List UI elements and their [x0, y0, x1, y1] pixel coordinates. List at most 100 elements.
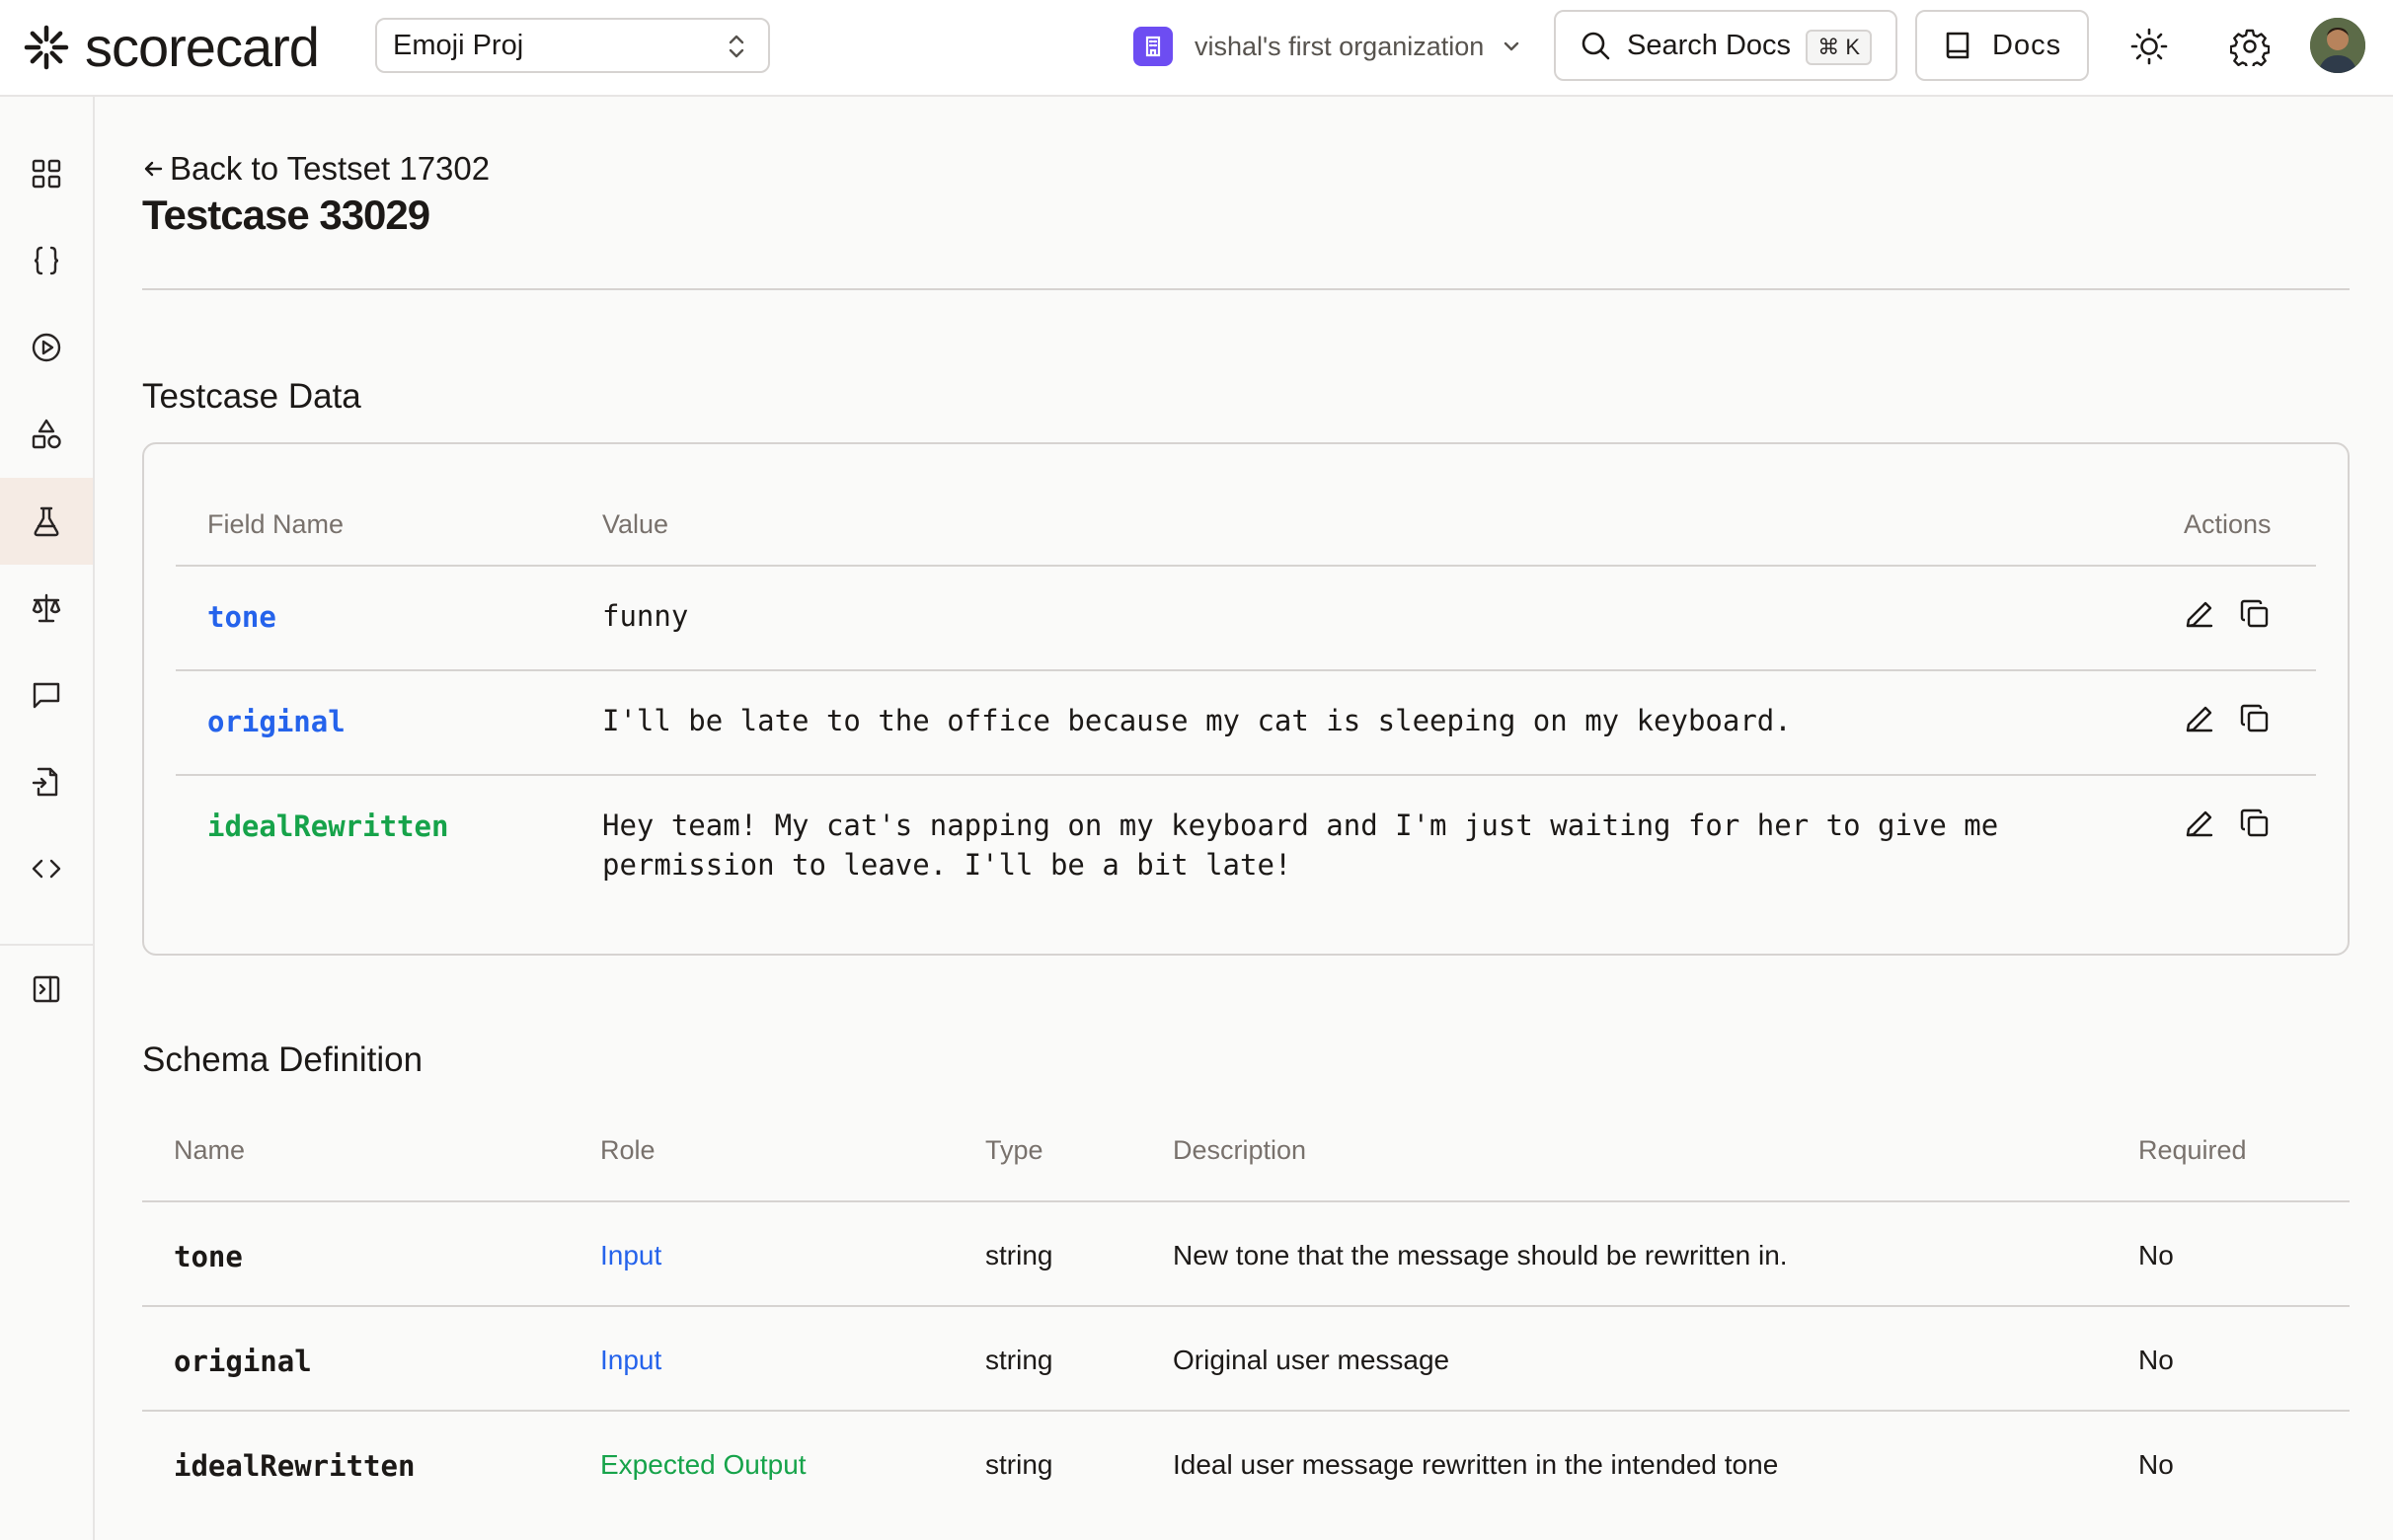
title-divider — [142, 288, 2350, 290]
schema-field-required: No — [2138, 1449, 2174, 1480]
schema-table-header: Name Role Type Description Required — [142, 1117, 2350, 1202]
schema-field-required: No — [2138, 1345, 2174, 1375]
chevron-down-icon — [1505, 41, 1519, 51]
column-header-required: Required — [2138, 1135, 2247, 1165]
sidebar-expand-toggle[interactable] — [0, 946, 93, 1033]
theme-toggle-button[interactable] — [2124, 22, 2174, 71]
back-link-label: Back to Testset 17302 — [170, 150, 491, 187]
field-value: Hey team! My cat's napping on my keyboar… — [602, 808, 1999, 882]
testcase-data-header: Field Name Value Actions — [176, 484, 2316, 567]
copy-icon — [2240, 599, 2269, 628]
schema-field-description: Original user message — [1173, 1345, 1450, 1375]
pencil-icon — [2186, 810, 2213, 837]
schema-field-required: No — [2138, 1240, 2174, 1270]
arrow-left-icon — [144, 161, 163, 177]
pencil-icon — [2186, 601, 2213, 628]
schema-field-type: string — [985, 1240, 1053, 1270]
schema-field-type: string — [985, 1345, 1053, 1375]
copy-icon — [2240, 808, 2269, 837]
left-sidebar — [0, 97, 95, 1540]
settings-button[interactable] — [2225, 22, 2275, 71]
table-row: original I'll be late to the office beca… — [176, 671, 2316, 776]
schema-definition-heading: Schema Definition — [142, 1040, 424, 1079]
sidebar-item-prompts[interactable] — [0, 217, 93, 304]
field-name: tone — [207, 600, 276, 634]
table-row: idealRewritten Expected Output string Id… — [142, 1412, 2350, 1516]
logo-text: scorecard — [85, 16, 320, 78]
building-icon — [1133, 27, 1173, 66]
org-name: vishal's first organization — [1195, 31, 1485, 61]
schema-field-description: Ideal user message rewritten in the inte… — [1173, 1449, 1779, 1480]
flask-icon — [34, 506, 59, 537]
project-select[interactable]: Emoji Proj — [375, 18, 770, 73]
shapes-icon — [32, 419, 61, 449]
schema-field-name: tone — [174, 1240, 243, 1273]
edit-button[interactable] — [2182, 701, 2217, 736]
copy-button[interactable] — [2237, 596, 2273, 632]
column-header-actions: Actions — [2184, 509, 2272, 539]
copy-icon — [2240, 704, 2269, 732]
sidebar-item-testsets[interactable] — [0, 478, 93, 565]
file-export-icon — [32, 767, 58, 797]
column-header-value: Value — [602, 509, 669, 539]
top-header: scorecard Emoji Proj vishal's first orga… — [0, 0, 2393, 97]
back-to-testset-link[interactable]: Back to Testset 17302 — [142, 150, 490, 188]
asterisk-logo-icon — [24, 25, 69, 70]
scale-icon — [32, 593, 61, 623]
field-value: I'll be late to the office because my ca… — [602, 704, 1792, 737]
copy-button[interactable] — [2237, 701, 2273, 736]
play-circle-icon — [32, 333, 61, 362]
schema-field-name: original — [174, 1345, 312, 1378]
edit-button[interactable] — [2182, 806, 2217, 841]
schema-field-type: string — [985, 1449, 1053, 1480]
schema-field-name: idealRewritten — [174, 1449, 416, 1483]
gear-icon — [2230, 29, 2270, 66]
field-name: idealRewritten — [207, 809, 449, 843]
search-icon — [1582, 32, 1610, 60]
field-name: original — [207, 705, 346, 738]
search-docs-label: Search Docs — [1627, 29, 1792, 61]
sun-icon — [2130, 28, 2168, 65]
table-row: tone Input string New tone that the mess… — [142, 1202, 2350, 1307]
sidebar-item-runs[interactable] — [0, 304, 93, 391]
schema-field-role: Input — [600, 1345, 662, 1375]
column-header-role: Role — [600, 1135, 656, 1165]
project-select-value: Emoji Proj — [393, 29, 524, 61]
message-square-icon — [33, 682, 60, 709]
search-docs-button[interactable]: Search Docs ⌘ K — [1554, 10, 1897, 81]
schema-field-role: Input — [600, 1240, 662, 1270]
sidebar-item-exports[interactable] — [0, 738, 93, 825]
user-photo-icon — [2310, 18, 2365, 73]
sidebar-item-evaluations[interactable] — [0, 565, 93, 652]
book-icon — [1946, 32, 1969, 59]
sidebar-item-dashboard[interactable] — [0, 130, 93, 217]
table-row: original Input string Original user mess… — [142, 1307, 2350, 1412]
column-header-type: Type — [985, 1135, 1043, 1165]
braces-icon — [34, 246, 59, 275]
docs-button[interactable]: Docs — [1915, 10, 2089, 81]
sidebar-item-metrics[interactable] — [0, 391, 93, 478]
code-icon — [32, 859, 61, 879]
copy-button[interactable] — [2237, 806, 2273, 841]
scorecard-logo[interactable]: scorecard — [24, 16, 320, 78]
testcase-data-card: Field Name Value Actions tone funny orig… — [142, 442, 2350, 956]
sidebar-item-code[interactable] — [0, 825, 93, 912]
dashboard-grid-icon — [32, 159, 61, 189]
panel-expand-icon — [33, 975, 60, 1003]
user-avatar[interactable] — [2310, 18, 2365, 73]
column-header-description: Description — [1173, 1135, 1307, 1165]
schema-field-description: New tone that the message should be rewr… — [1173, 1240, 1788, 1270]
keyboard-shortcut-badge: ⌘ K — [1806, 30, 1872, 65]
docs-label: Docs — [1992, 29, 2062, 61]
schema-field-role: Expected Output — [600, 1449, 807, 1480]
testcase-data-heading: Testcase Data — [142, 377, 361, 416]
sidebar-item-feedback[interactable] — [0, 652, 93, 738]
organization-switcher[interactable]: vishal's first organization — [1133, 22, 1523, 71]
pencil-icon — [2186, 706, 2213, 732]
edit-button[interactable] — [2182, 596, 2217, 632]
column-header-name: Name — [174, 1135, 246, 1165]
field-value: funny — [602, 599, 689, 633]
table-row: idealRewritten Hey team! My cat's nappin… — [176, 776, 2316, 924]
table-row: tone funny — [176, 567, 2316, 671]
page-title: Testcase 33029 — [142, 192, 430, 238]
